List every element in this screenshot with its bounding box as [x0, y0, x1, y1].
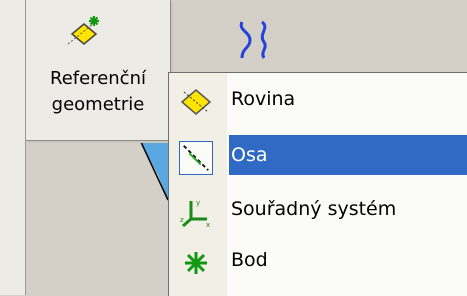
menu-item-axis-label: Osa — [231, 144, 268, 166]
reference-geometry-button[interactable]: Referenční geometrie — [26, 0, 171, 141]
reference-geometry-icon — [67, 16, 99, 45]
svg-text:z: z — [180, 216, 184, 224]
menu-item-coordinate-system-label: Souřadný systém — [231, 198, 397, 220]
point-icon — [185, 252, 207, 274]
menu-item-plane[interactable]: Rovina — [169, 79, 467, 123]
menu-item-point[interactable]: Bod — [169, 240, 467, 284]
curves-icon[interactable] — [236, 18, 274, 62]
menu-item-point-label: Bod — [231, 249, 268, 271]
menu-item-coordinate-system[interactable]: y x z Souřadný systém — [169, 189, 467, 233]
axis-icon — [179, 141, 213, 175]
plane-icon — [180, 89, 212, 115]
left-panel-strip — [0, 0, 26, 295]
svg-text:y: y — [196, 199, 200, 207]
svg-text:x: x — [206, 221, 210, 229]
coordinate-system-icon: y x z — [180, 199, 210, 229]
reference-geometry-label-line2: geometrie — [51, 94, 145, 115]
menu-item-axis[interactable]: Osa — [169, 135, 467, 179]
reference-geometry-label-line1: Referenční — [50, 68, 146, 89]
reference-geometry-dropdown-menu: Rovina Osa y x z Souřadný systém Bod — [168, 72, 467, 296]
menu-item-plane-label: Rovina — [231, 88, 296, 110]
